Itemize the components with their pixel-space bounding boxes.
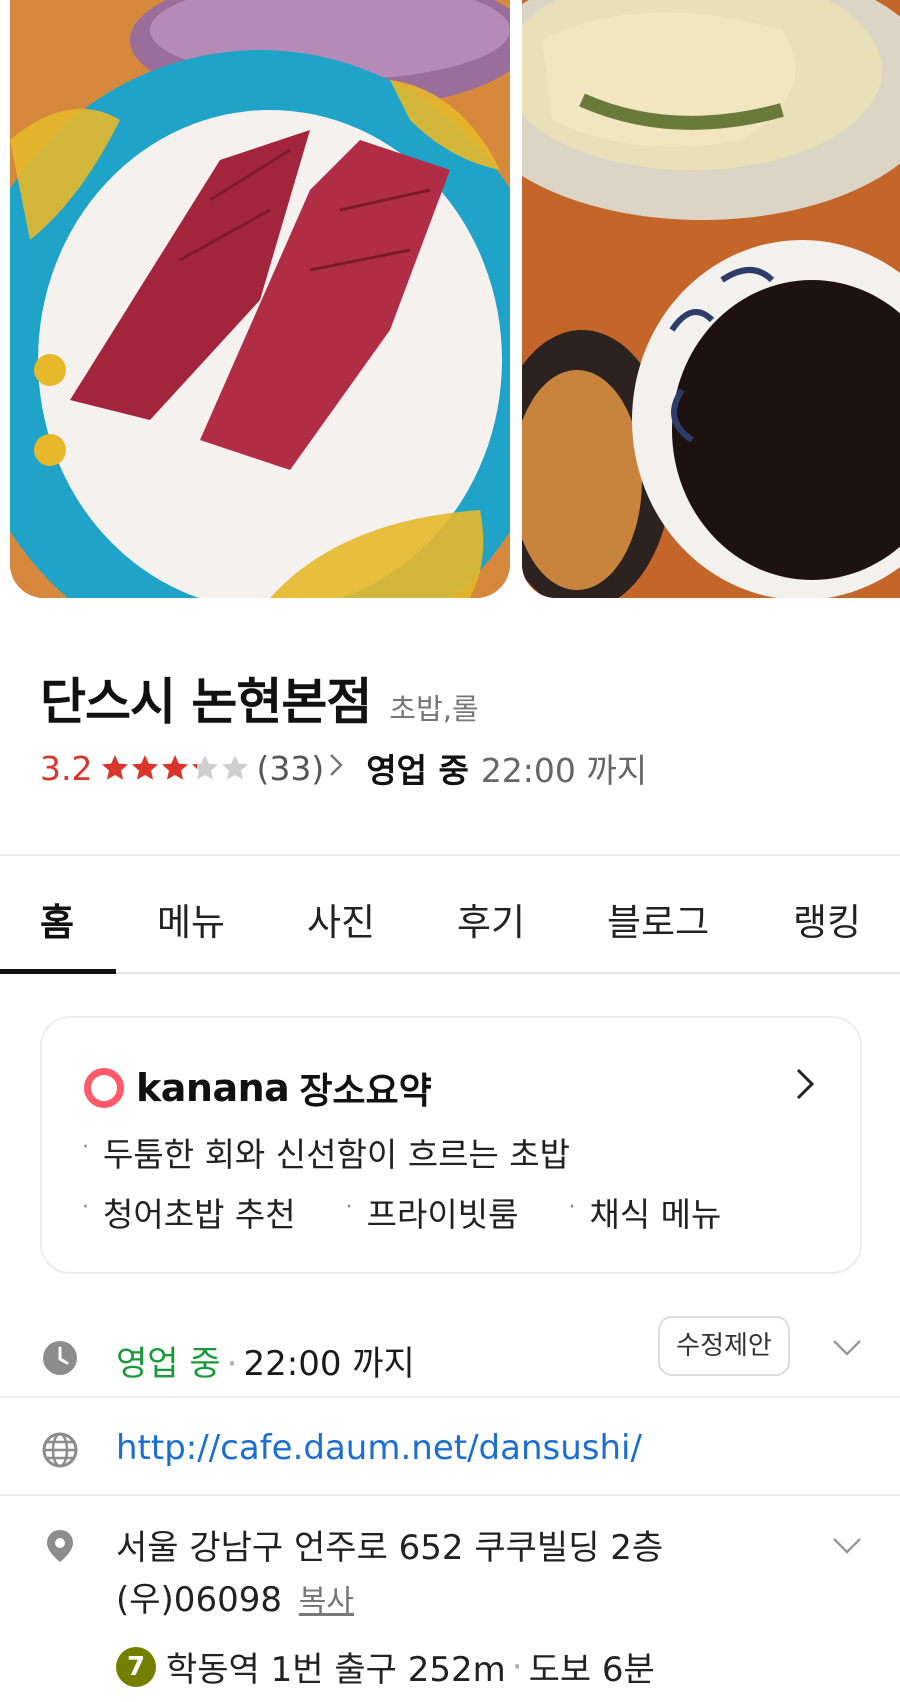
keyword-item: · 채식 메뉴 (568, 1188, 721, 1236)
title-row: 단스시 논현본점 초밥,롤 (40, 662, 479, 734)
row-divider (0, 1494, 900, 1496)
subway-line-badge: 7 (116, 1646, 156, 1687)
tab-home[interactable]: 홈 (40, 892, 74, 946)
keyword-item: · 프라이빗룸 (346, 1188, 519, 1236)
summary-title: 장소요약 (299, 1071, 432, 1112)
place-name: 단스시 논현본점 (40, 673, 372, 731)
tab-ranking[interactable]: 랭킹 (793, 892, 861, 946)
review-count[interactable]: (33) (256, 749, 324, 788)
hours-row[interactable]: 영업 중 · 22:00 까지 수정제안 (0, 1312, 900, 1400)
keyword-text: 청어초밥 추천 (103, 1195, 296, 1234)
row-divider (0, 1396, 900, 1398)
summary-text: 두툼한 회와 신선함이 흐르는 초밥 (103, 1135, 570, 1174)
rating-score: 3.2 (40, 748, 93, 788)
place-category: 초밥,롤 (389, 692, 479, 726)
globe-icon (42, 1432, 78, 1468)
kanana-logo-icon (84, 1068, 124, 1108)
photo-gallery[interactable] (0, 0, 900, 598)
subway-station-text: 학동역 1번 출구 252m (166, 1650, 506, 1690)
rating-stars (100, 753, 250, 783)
tuna-sushi-image (10, 0, 510, 598)
summary-header: kanana 장소요약 (84, 1062, 432, 1114)
close-time: 22:00 까지 (480, 751, 648, 790)
star-icon (222, 755, 249, 780)
summary-brand: kanana (136, 1066, 290, 1110)
location-pin-icon (47, 1530, 73, 1562)
star-icon (132, 755, 159, 780)
keyword-text: 프라이빗룸 (366, 1195, 519, 1234)
bullet: · (345, 1195, 353, 1220)
tab-reviews[interactable]: 후기 (457, 892, 525, 946)
keyword-text: 채식 메뉴 (589, 1195, 722, 1234)
chevron-right-icon (328, 751, 344, 786)
chevron-down-icon[interactable] (832, 1338, 862, 1358)
separator: · (511, 1646, 523, 1687)
tab-photos[interactable]: 사진 (307, 892, 375, 946)
open-status: 영업 중 (366, 751, 469, 790)
tab-blog[interactable]: 블로그 (607, 892, 709, 946)
subway-info: 7 학동역 1번 출구 252m · 도보 6분 (116, 1642, 655, 1691)
tab-active-indicator (0, 969, 116, 974)
summary-keywords: · 청어초밥 추천 · 프라이빗룸 · 채식 메뉴 (82, 1188, 771, 1236)
keyword-item: · 청어초밥 추천 (82, 1188, 296, 1236)
clock-icon (43, 1341, 77, 1375)
address-text: 서울 강남구 언주로 652 쿠쿠빌딩 2층 (우)06098 복사 (116, 1522, 796, 1628)
suggest-edit-button[interactable]: 수정제안 (658, 1316, 790, 1376)
rating-row[interactable]: 3.2 (33) 영업 중 22:00 까지 (40, 744, 647, 792)
tab-menu[interactable]: 메뉴 (157, 892, 225, 946)
star-icon (162, 755, 189, 780)
bullet: · (82, 1195, 89, 1220)
chevron-down-icon[interactable] (832, 1536, 862, 1556)
walk-time: 도보 6분 (528, 1650, 655, 1690)
hours-time: 22:00 까지 (243, 1344, 415, 1384)
star-icon (102, 755, 129, 780)
address-value: 서울 강남구 언주로 652 쿠쿠빌딩 2층 (우)06098 (116, 1528, 664, 1620)
bullet: · (568, 1195, 576, 1220)
separator: · (226, 1344, 238, 1384)
hours-status: 영업 중 (116, 1344, 221, 1384)
hours-text: 영업 중 · 22:00 까지 (116, 1336, 415, 1385)
bullet: · (82, 1135, 89, 1160)
photo-tempura-soy[interactable] (522, 0, 900, 598)
tempura-soy-image (522, 0, 900, 598)
website-row: http://cafe.daum.net/dansushi/ (0, 1410, 900, 1490)
star-icon (192, 755, 219, 780)
website-link[interactable]: http://cafe.daum.net/dansushi/ (116, 1428, 642, 1468)
summary-line: · 두툼한 회와 신선함이 흐르는 초밥 (82, 1128, 570, 1176)
tab-bar: 홈 메뉴 사진 후기 블로그 랭킹 (0, 856, 900, 974)
copy-address-button[interactable]: 복사 (299, 1584, 354, 1619)
photo-tuna-sushi[interactable] (10, 0, 510, 598)
chevron-right-icon[interactable] (794, 1066, 818, 1102)
address-row: 서울 강남구 언주로 652 쿠쿠빌딩 2층 (우)06098 복사 7 학동역… (0, 1500, 900, 1702)
